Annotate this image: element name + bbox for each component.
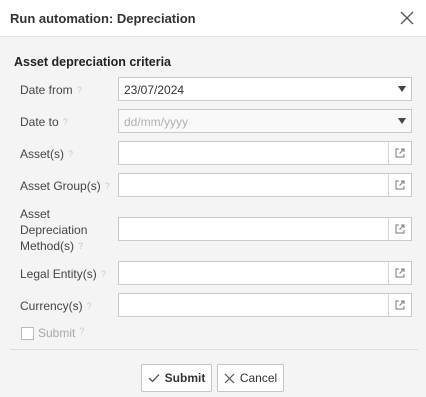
run-automation-dialog: Run automation: Depreciation Asset depre… <box>0 0 426 397</box>
footer-divider <box>10 349 418 350</box>
dialog-title: Run automation: Depreciation <box>10 11 196 26</box>
assets-label: Asset(s)? <box>20 147 74 161</box>
dialog-titlebar: Run automation: Depreciation <box>0 0 426 37</box>
legal-entity-input[interactable] <box>118 261 412 285</box>
submit-button[interactable]: Submit <box>141 364 212 392</box>
date-to-placeholder: dd/mm/yyyy <box>124 115 189 129</box>
x-icon <box>224 373 235 383</box>
submit-checkbox-label: Submit? <box>38 326 85 340</box>
depr-method-input[interactable] <box>118 217 412 241</box>
date-to-label: Date to? <box>20 115 68 129</box>
assets-input[interactable] <box>118 141 412 165</box>
help-icon: ? <box>79 326 85 336</box>
help-icon: ? <box>86 301 92 311</box>
asset-groups-input[interactable] <box>118 173 412 197</box>
chevron-down-icon <box>398 86 406 92</box>
help-icon: ? <box>104 181 110 191</box>
date-to-select[interactable]: dd/mm/yyyy <box>118 109 412 133</box>
help-icon: ? <box>100 269 106 279</box>
help-icon: ? <box>68 149 74 159</box>
date-from-value: 23/07/2024 <box>124 83 185 97</box>
check-icon <box>148 374 160 383</box>
help-icon: ? <box>76 85 82 95</box>
legal-entity-label: Legal Entity(s)? <box>20 267 106 281</box>
external-link-icon[interactable] <box>388 262 411 284</box>
currency-label: Currency(s)? <box>20 299 92 313</box>
external-link-icon[interactable] <box>388 218 411 240</box>
close-icon[interactable] <box>397 8 417 28</box>
date-from-select[interactable]: 23/07/2024 <box>118 77 412 101</box>
help-icon: ? <box>78 241 84 251</box>
depr-method-label: Asset Depreciation Method(s)? <box>20 207 88 253</box>
submit-checkbox[interactable] <box>21 327 34 340</box>
external-link-icon[interactable] <box>388 174 411 196</box>
asset-groups-label: Asset Group(s)? <box>20 179 110 193</box>
external-link-icon[interactable] <box>388 142 411 164</box>
external-link-icon[interactable] <box>388 294 411 316</box>
date-from-label: Date from? <box>20 83 82 97</box>
chevron-down-icon <box>398 118 406 124</box>
currency-input[interactable] <box>118 293 412 317</box>
section-title: Asset depreciation criteria <box>14 55 172 69</box>
help-icon: ? <box>62 117 68 127</box>
cancel-button[interactable]: Cancel <box>217 364 284 392</box>
